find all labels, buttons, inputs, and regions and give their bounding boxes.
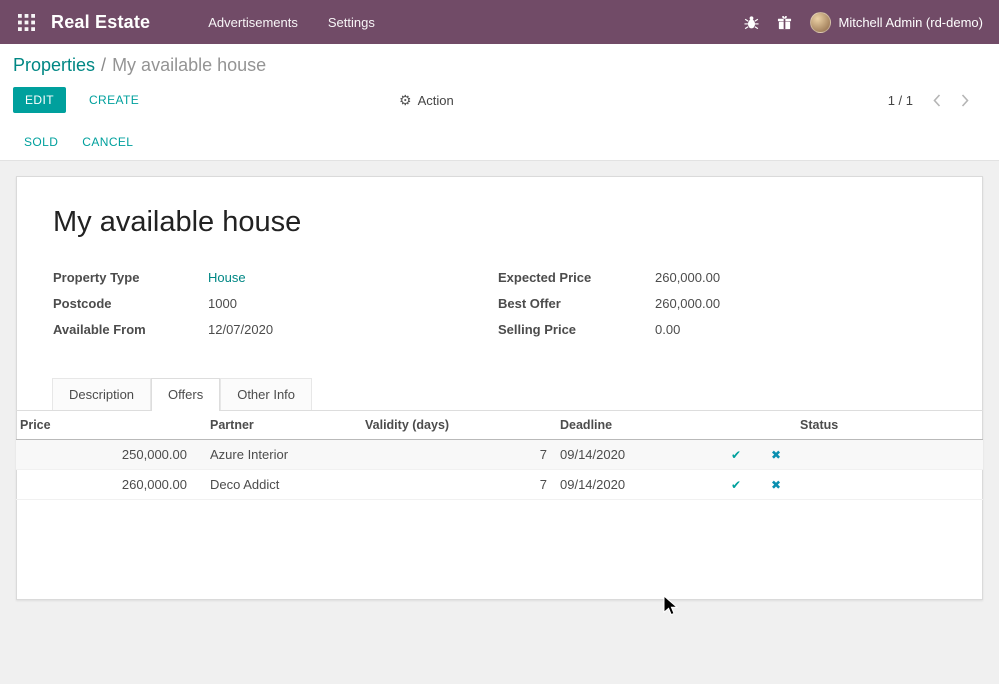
field-postcode: Postcode 1000 [53, 296, 498, 311]
systray: Mitchell Admin (rd-demo) [744, 12, 984, 33]
bug-icon[interactable] [744, 14, 760, 30]
gear-icon: ⚙ [399, 93, 412, 107]
column-header-partner[interactable]: Partner [191, 411, 361, 440]
offer-validity: 7 [361, 470, 551, 500]
available-from-value: 12/07/2020 [208, 322, 273, 337]
field-expected-price: Expected Price 260,000.00 [498, 270, 946, 285]
edit-button[interactable]: EDIT [13, 87, 66, 113]
column-header-accept [716, 411, 756, 440]
offer-validity: 7 [361, 440, 551, 470]
gift-icon[interactable] [777, 14, 793, 30]
menu-settings[interactable]: Settings [326, 11, 377, 34]
avatar [810, 12, 831, 33]
refuse-offer-icon[interactable]: ✖ [771, 478, 781, 492]
offer-deadline: 09/14/2020 [551, 440, 716, 470]
form-statusbar: SOLD CANCEL [0, 124, 999, 161]
field-label: Expected Price [498, 270, 655, 285]
column-header-validity[interactable]: Validity (days) [361, 411, 551, 440]
offer-partner: Azure Interior [191, 440, 361, 470]
expected-price-value: 260,000.00 [655, 270, 720, 285]
breadcrumb-properties[interactable]: Properties [13, 55, 95, 75]
chevron-left-icon[interactable] [933, 94, 941, 107]
property-type-value[interactable]: House [208, 270, 246, 285]
field-label: Available From [53, 322, 208, 337]
field-label: Property Type [53, 270, 208, 285]
control-panel-buttons: EDIT CREATE ⚙ Action 1 / 1 [13, 87, 983, 124]
control-panel: Properties / My available house EDIT CREAT… [0, 44, 999, 124]
create-button[interactable]: CREATE [83, 92, 145, 108]
best-offer-value: 260,000.00 [655, 296, 720, 311]
tab-offers[interactable]: Offers [151, 378, 220, 411]
top-navbar: Real Estate Advertisements Settings [0, 0, 999, 44]
pager-value[interactable]: 1 / 1 [888, 93, 913, 108]
field-groups: Property Type House Postcode 1000 Availa… [53, 270, 946, 348]
offer-status [796, 440, 983, 470]
breadcrumb: Properties / My available house [13, 55, 983, 76]
top-menus: Advertisements Settings [206, 11, 377, 34]
user-menu[interactable]: Mitchell Admin (rd-demo) [810, 12, 984, 33]
accept-offer-icon[interactable]: ✔ [731, 478, 741, 492]
form-sheet: My available house Property Type House P… [16, 176, 983, 600]
cancel-button[interactable]: CANCEL [82, 135, 133, 149]
column-header-refuse [756, 411, 796, 440]
sold-button[interactable]: SOLD [24, 135, 58, 149]
user-name: Mitchell Admin (rd-demo) [839, 15, 984, 30]
apps-menu-icon[interactable] [16, 12, 36, 32]
pager: 1 / 1 [888, 93, 969, 108]
offer-price: 250,000.00 [16, 440, 191, 470]
field-label: Best Offer [498, 296, 655, 311]
offer-row[interactable]: 250,000.00 Azure Interior 7 09/14/2020 ✔… [16, 440, 983, 470]
offer-deadline: 09/14/2020 [551, 470, 716, 500]
selling-price-value: 0.00 [655, 322, 680, 337]
field-best-offer: Best Offer 260,000.00 [498, 296, 946, 311]
right-field-group: Expected Price 260,000.00 Best Offer 260… [498, 270, 946, 348]
tab-description[interactable]: Description [52, 378, 151, 410]
tab-other-info[interactable]: Other Info [220, 378, 312, 410]
chevron-right-icon[interactable] [961, 94, 969, 107]
field-property-type: Property Type House [53, 270, 498, 285]
column-header-status[interactable]: Status [796, 411, 983, 440]
column-header-deadline[interactable]: Deadline [551, 411, 716, 440]
left-field-group: Property Type House Postcode 1000 Availa… [53, 270, 498, 348]
offer-price: 260,000.00 [16, 470, 191, 500]
action-menu-button[interactable]: ⚙ Action [399, 93, 454, 108]
accept-offer-icon[interactable]: ✔ [731, 448, 741, 462]
field-selling-price: Selling Price 0.00 [498, 322, 946, 337]
offer-partner: Deco Addict [191, 470, 361, 500]
field-available-from: Available From 12/07/2020 [53, 322, 498, 337]
field-label: Postcode [53, 296, 208, 311]
app-name[interactable]: Real Estate [51, 12, 150, 33]
breadcrumb-current: My available house [112, 55, 266, 75]
property-title: My available house [53, 177, 946, 239]
field-label: Selling Price [498, 322, 655, 337]
content-area: My available house Property Type House P… [0, 161, 999, 600]
offers-table: Price Partner Validity (days) Deadline S… [16, 411, 983, 500]
action-label: Action [418, 93, 454, 108]
offers-header-row: Price Partner Validity (days) Deadline S… [16, 411, 983, 440]
notebook-tabs: Description Offers Other Info [16, 378, 983, 411]
refuse-offer-icon[interactable]: ✖ [771, 448, 781, 462]
grid-icon [18, 14, 35, 31]
postcode-value: 1000 [208, 296, 237, 311]
offer-status [796, 470, 983, 500]
breadcrumb-separator: / [101, 55, 106, 75]
column-header-price[interactable]: Price [16, 411, 191, 440]
offer-row[interactable]: 260,000.00 Deco Addict 7 09/14/2020 ✔ ✖ [16, 470, 983, 500]
menu-advertisements[interactable]: Advertisements [206, 11, 300, 34]
